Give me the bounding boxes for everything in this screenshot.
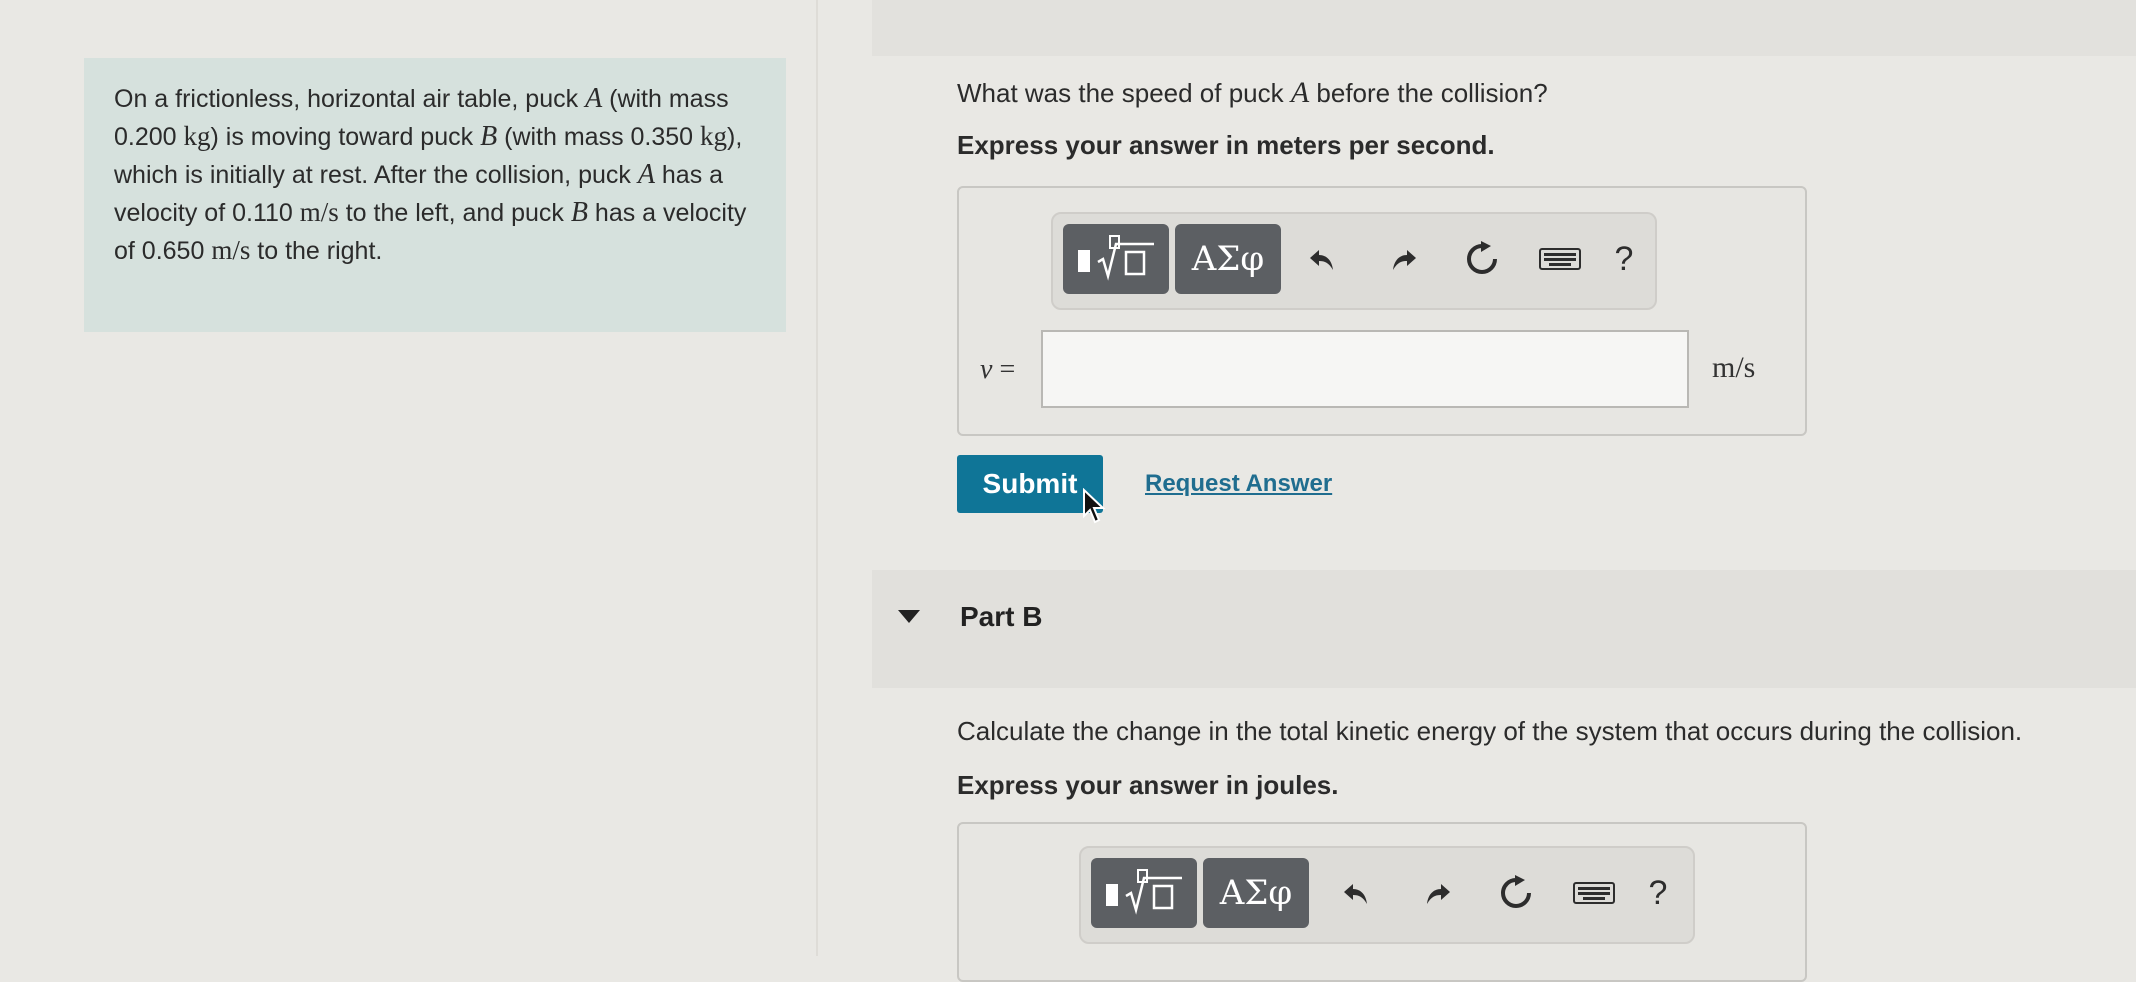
undo-icon-b[interactable] bbox=[1333, 870, 1379, 916]
help-icon-b[interactable]: ? bbox=[1635, 870, 1681, 916]
header-strip bbox=[872, 0, 2136, 56]
part-b-instruction: Express your answer in joules. bbox=[957, 770, 1339, 800]
part-b-math-toolbar: ΑΣφ ? bbox=[1079, 846, 1695, 944]
unit-label: m/s bbox=[1712, 351, 1756, 384]
greek-symbols-button[interactable]: ΑΣφ bbox=[1175, 224, 1281, 294]
answer-input[interactable] bbox=[1041, 330, 1689, 408]
problem-statement: On a frictionless, horizontal air table,… bbox=[84, 58, 786, 332]
part-b-answer-panel: ΑΣφ ? bbox=[957, 822, 1807, 982]
mouse-cursor-icon bbox=[1083, 488, 1106, 524]
templates-button[interactable] bbox=[1063, 224, 1169, 294]
part-b-header[interactable] bbox=[872, 570, 2136, 688]
fraction-root-template-icon-b bbox=[1106, 869, 1182, 915]
keyboard-icon-b[interactable] bbox=[1571, 870, 1617, 916]
undo-icon[interactable] bbox=[1299, 236, 1345, 282]
reset-icon-b[interactable] bbox=[1493, 870, 1539, 916]
redo-icon-b[interactable] bbox=[1415, 870, 1461, 916]
variable-label: v = bbox=[980, 354, 1016, 385]
greek-symbols-button-b[interactable]: ΑΣφ bbox=[1203, 858, 1309, 928]
part-a-math-toolbar: ΑΣφ ? bbox=[1051, 212, 1657, 310]
keyboard-icon[interactable] bbox=[1537, 236, 1583, 282]
help-icon[interactable]: ? bbox=[1601, 236, 1647, 282]
part-b-question: Calculate the change in the total kineti… bbox=[957, 716, 2023, 746]
reset-icon[interactable] bbox=[1459, 236, 1505, 282]
part-b-title: Part B bbox=[960, 601, 1043, 632]
fraction-root-template-icon bbox=[1078, 235, 1154, 281]
templates-button-b[interactable] bbox=[1091, 858, 1197, 928]
request-answer-link[interactable]: Request Answer bbox=[1145, 470, 1332, 498]
column-divider bbox=[816, 0, 818, 956]
redo-icon[interactable] bbox=[1381, 236, 1427, 282]
part-a-question: What was the speed of puck A before the … bbox=[957, 76, 1548, 109]
part-a-instruction: Express your answer in meters per second… bbox=[957, 130, 1495, 160]
collapse-caret-icon[interactable] bbox=[898, 610, 920, 623]
